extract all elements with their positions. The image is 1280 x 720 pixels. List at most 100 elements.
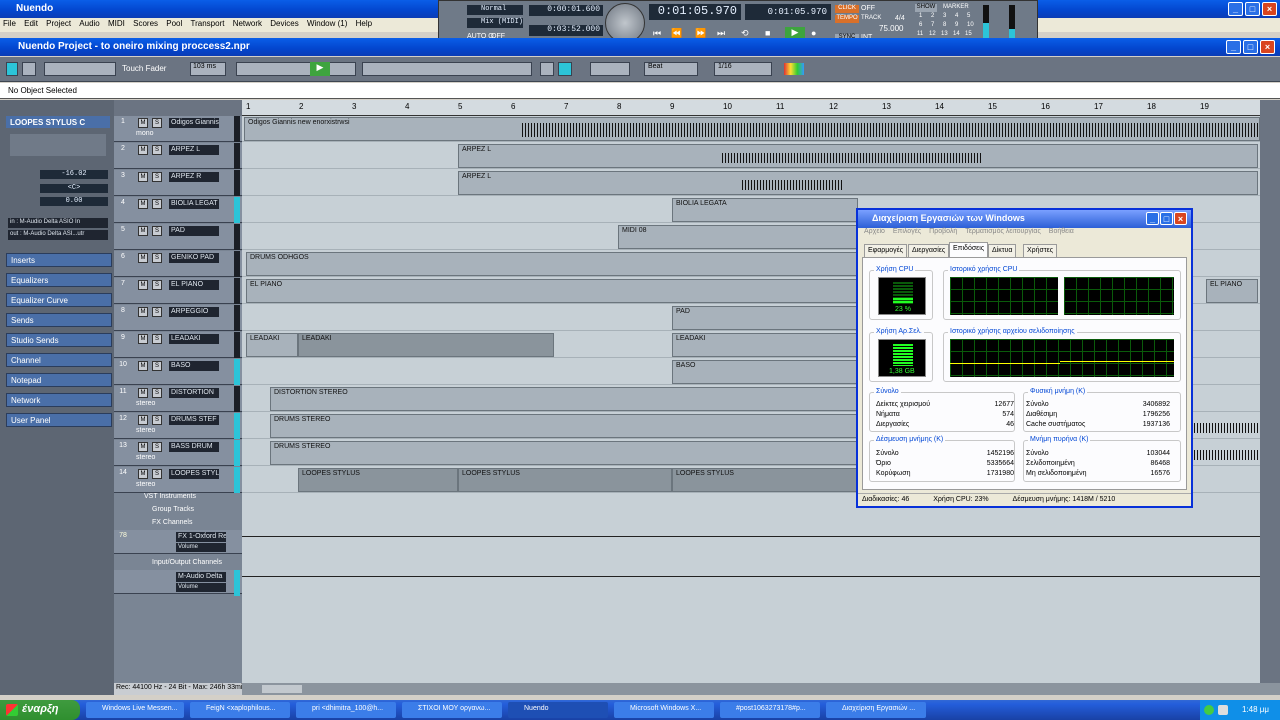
menu-project[interactable]: Project	[43, 18, 74, 28]
network-section[interactable]: Network	[6, 393, 112, 407]
taskbar-item[interactable]: #post1063273178#p...	[720, 702, 820, 718]
tempo-value[interactable]: 75.000	[879, 24, 903, 33]
record-button[interactable]: ●	[811, 28, 816, 38]
folder-vst-instruments[interactable]: VST Instruments	[144, 493, 196, 500]
tm-menu-options[interactable]: Επιλογές	[893, 228, 921, 235]
midi-part[interactable]: BIOLIA LEGATA	[672, 198, 858, 222]
audio-part[interactable]: DRUMS ODHGOS	[246, 252, 858, 276]
mute-button[interactable]: M	[138, 307, 148, 317]
track-name[interactable]: LOOPES STYL	[169, 469, 219, 479]
mute-button[interactable]: M	[138, 226, 148, 236]
tab-users[interactable]: Χρήστες	[1023, 244, 1058, 257]
inserts-section[interactable]: Inserts	[6, 253, 112, 267]
solo-button[interactable]: S	[152, 199, 162, 209]
midi-part[interactable]: BASO	[672, 360, 858, 384]
tm-menu-help[interactable]: Βοήθεια	[1049, 228, 1074, 235]
equalizers-section[interactable]: Equalizers	[6, 273, 112, 287]
menu-transport[interactable]: Transport	[188, 18, 228, 28]
audio-part[interactable]: DRUMS STEREO	[270, 414, 858, 438]
solo-button[interactable]: S	[152, 388, 162, 398]
autoscroll-button[interactable]	[558, 62, 572, 76]
right-locator[interactable]: 0:03:52.000	[529, 25, 603, 36]
marker-7[interactable]: 7	[931, 22, 934, 28]
menu-audio[interactable]: Audio	[76, 18, 102, 28]
track-row[interactable]: 6 M S GENIKO PAD	[114, 251, 242, 277]
maximize-button[interactable]: □	[1245, 2, 1260, 16]
mute-button[interactable]: M	[138, 118, 148, 128]
solo-button[interactable]: S	[152, 253, 162, 263]
pan-field[interactable]: <C>	[40, 184, 108, 193]
primary-time-display[interactable]: 0:01:05.970	[649, 4, 741, 20]
minimize-button[interactable]: _	[1228, 2, 1243, 16]
marker-11[interactable]: 11	[917, 31, 923, 37]
track-name[interactable]: BASS DRUM	[169, 442, 219, 452]
midi-part[interactable]: EL PIANO	[1206, 279, 1258, 303]
taskbar-item[interactable]: pri <dhimitra_100@h...	[296, 702, 396, 718]
track-row[interactable]: 12 M S DRUMS STEF stereo	[114, 413, 242, 439]
notepad-section[interactable]: Notepad	[6, 373, 112, 387]
solo-button[interactable]: S	[152, 469, 162, 479]
track-row[interactable]: 9 M S LEADAKI	[114, 332, 242, 358]
menu-network[interactable]: Network	[230, 18, 265, 28]
horizontal-scrollbar[interactable]	[242, 683, 1280, 695]
mute-button[interactable]: M	[138, 469, 148, 479]
solo-button[interactable]: S	[152, 442, 162, 452]
sends-section[interactable]: Sends	[6, 313, 112, 327]
mute-button[interactable]: M	[138, 280, 148, 290]
tab-networking[interactable]: Δίκτυα	[988, 244, 1017, 257]
audio-part[interactable]: DISTORTION STEREO	[270, 387, 858, 411]
track-row[interactable]: 13 M S BASS DRUM stereo	[114, 440, 242, 466]
left-locator[interactable]: 0:00:01.600	[529, 5, 603, 16]
vertical-scrollbar[interactable]	[1260, 100, 1280, 683]
studio-sends-section[interactable]: Studio Sends	[6, 333, 112, 347]
close-button[interactable]: ×	[1262, 2, 1277, 16]
mute-button[interactable]: M	[138, 388, 148, 398]
clock[interactable]: 1:48 μμ	[1242, 705, 1269, 714]
marker-10[interactable]: 10	[967, 22, 974, 28]
solo-button[interactable]: S	[152, 172, 162, 182]
tm-minimize-button[interactable]: _	[1146, 212, 1159, 225]
midi-part[interactable]: LEADAKI	[672, 333, 858, 357]
track-row[interactable]: 3 M S ARPEZ R	[114, 170, 242, 196]
stop-button[interactable]: ■	[765, 28, 770, 38]
taskbar-item[interactable]: Windows Live Messen...	[86, 702, 184, 718]
taskbar-item[interactable]: Microsoft Windows X...	[614, 702, 714, 718]
marker-4[interactable]: 4	[955, 13, 958, 19]
time-field[interactable]: 103 ms	[190, 62, 226, 76]
equalizer-curve-section[interactable]: Equalizer Curve	[6, 293, 112, 307]
lane-3[interactable]: ARPEZ L	[242, 170, 1260, 196]
track-row[interactable]: 4 M S BIOLIA LEGAT	[114, 197, 242, 223]
audio-part[interactable]: LOOPES STYLUS	[298, 468, 458, 492]
mute-button[interactable]: M	[138, 415, 148, 425]
marker-3[interactable]: 3	[943, 13, 946, 19]
fx-track-name[interactable]: FX 1-Oxford Re	[176, 532, 226, 542]
solo-button[interactable]: S	[152, 118, 162, 128]
mix-select[interactable]: Mix (MIDI)	[467, 18, 523, 28]
fx-automation-param[interactable]: Volume	[176, 543, 226, 552]
track-name[interactable]: BIOLIA LEGAT	[169, 199, 219, 209]
tempo-label[interactable]: TEMPO	[835, 15, 859, 23]
menu-window[interactable]: Window (1)	[304, 18, 350, 28]
menu-devices[interactable]: Devices	[267, 18, 301, 28]
track-name[interactable]: DISTORTION	[169, 388, 219, 398]
taskbar-item[interactable]: FeigN <xaplophilous...	[190, 702, 290, 718]
menu-scores[interactable]: Scores	[130, 18, 161, 28]
solo-button[interactable]: S	[152, 361, 162, 371]
audio-part[interactable]: ARPEZ L	[458, 171, 1258, 195]
toolbar-transport-group[interactable]	[236, 62, 356, 76]
marker-9[interactable]: 9	[955, 22, 958, 28]
click-label[interactable]: CLICK	[835, 5, 859, 13]
mute-button[interactable]: M	[138, 361, 148, 371]
audio-part[interactable]: LOOPES STYLUS	[672, 468, 858, 492]
input-routing[interactable]: in : M-Audio Delta ASIO In	[8, 218, 108, 228]
color-select[interactable]	[784, 63, 804, 75]
marker-15[interactable]: 15	[965, 31, 972, 37]
track-row[interactable]: 10 M S BASO	[114, 359, 242, 385]
lane-1[interactable]: Odigos Giannis new enorxistrwsi	[242, 116, 1260, 142]
project-close-button[interactable]: ×	[1260, 40, 1275, 54]
menu-file[interactable]: File	[0, 18, 19, 28]
mute-button[interactable]: M	[138, 442, 148, 452]
marker-6[interactable]: 6	[919, 22, 922, 28]
fader-mode-label[interactable]: Touch Fader	[122, 64, 166, 73]
track-name[interactable]: GENIKO PAD	[169, 253, 219, 263]
